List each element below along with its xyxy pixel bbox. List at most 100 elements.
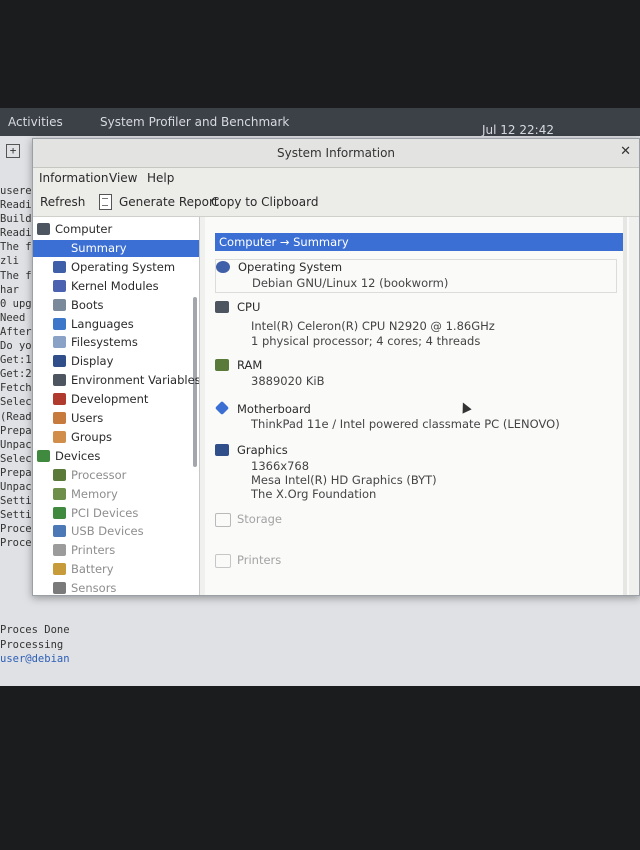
graphics-title: Graphics <box>237 443 288 457</box>
sidebar-item-label: PCI Devices <box>71 505 139 520</box>
sidebar-item-filesystems[interactable]: Filesystems <box>33 334 199 351</box>
printer-icon <box>215 554 231 568</box>
terminal-tail: Proces Done Processing user@debian <box>0 624 70 668</box>
sidebar-item-memory[interactable]: Memory <box>33 486 199 503</box>
terminal-line: Proces Done <box>0 624 70 636</box>
sidebar-item-usb-devices[interactable]: USB Devices <box>33 523 199 540</box>
sidebar-item-users-icon <box>53 412 66 424</box>
gear-icon <box>216 261 230 273</box>
sidebar-item-development[interactable]: Development <box>33 391 199 408</box>
toolbar: Refresh Generate Report Copy to Clipboar… <box>33 188 639 217</box>
sidebar-item-sensors[interactable]: Sensors <box>33 580 199 595</box>
sidebar-item-label: Groups <box>71 429 113 444</box>
sidebar-item-label: Devices <box>55 448 101 463</box>
graphics-renderer: Mesa Intel(R) HD Graphics (BYT) <box>251 473 437 487</box>
sidebar-tree: Computer Summary Operating System Kernel Mo… <box>33 217 200 595</box>
terminal-line: Processing <box>0 638 64 651</box>
sidebar-item-users[interactable]: Users <box>33 410 199 427</box>
menu-information[interactable]: Information <box>39 171 108 185</box>
menu-view[interactable]: View <box>109 171 137 185</box>
sidebar-item-filesystems-icon <box>53 336 66 349</box>
motherboard-title: Motherboard <box>237 402 311 416</box>
sidebar-item-processor[interactable]: Processor <box>33 467 199 484</box>
sidebar-item-languages[interactable]: Languages <box>33 316 199 333</box>
sidebar-item-label: Development <box>71 392 149 407</box>
sidebar-item-operating-system[interactable]: Operating System <box>33 259 199 276</box>
sidebar-item-kernel-modules[interactable]: Kernel Modules <box>33 278 199 295</box>
sidebar-item-pci-devices-icon <box>53 506 66 519</box>
storage-title: Storage <box>237 512 282 526</box>
cpu-model: Intel(R) Celeron(R) CPU N2920 @ 1.86GHz <box>251 319 495 333</box>
sidebar-item-label: Environment Variables <box>71 373 200 388</box>
clock[interactable]: Jul 12 22:42 <box>482 123 554 137</box>
sidebar-item-environment-variables[interactable]: Environment Variables <box>33 372 200 389</box>
gnome-top-bar: Activities System Profiler and Benchmark… <box>0 108 640 137</box>
app-menu-label[interactable]: System Profiler and Benchmark <box>100 115 289 129</box>
sidebar-item-battery[interactable]: Battery <box>33 561 199 578</box>
sidebar-item-development-icon <box>53 393 66 406</box>
window-titlebar[interactable]: System Information ✕ <box>33 139 639 168</box>
window-title: System Information <box>276 146 396 160</box>
sidebar-category-devices[interactable]: Devices <box>33 448 197 465</box>
sidebar-item-label: Kernel Modules <box>71 278 159 293</box>
activities-button[interactable]: Activities <box>8 115 63 129</box>
sidebar-item-label: Display <box>71 354 114 369</box>
ram-section: RAM 3889020 KiB <box>215 358 615 388</box>
report-icon[interactable] <box>99 194 112 210</box>
monitor-icon <box>215 444 229 456</box>
cpu-title: CPU <box>237 300 261 314</box>
os-section: Operating System Debian GNU/Linux 12 (bo… <box>215 259 617 293</box>
sidebar-item-label: Filesystems <box>71 335 138 350</box>
sidebar-item-label: Summary <box>71 240 127 255</box>
system-information-window: System Information ✕ Information View He… <box>32 138 640 596</box>
motherboard-section: Motherboard ThinkPad 11e / Intel powered… <box>214 400 615 432</box>
sidebar-item-summary[interactable]: Summary <box>33 239 199 257</box>
sidebar-item-boots-icon <box>53 298 66 311</box>
sidebar-item-display-icon <box>53 355 66 368</box>
motherboard-value: ThinkPad 11e / Intel powered classmate P… <box>251 417 560 431</box>
sidebar-item-pci-devices[interactable]: PCI Devices <box>33 505 199 522</box>
graphics-resolution: 1366x768 <box>251 459 310 473</box>
sidebar-item-usb-devices-icon <box>53 525 66 538</box>
sidebar-item-label: Languages <box>71 316 134 331</box>
graphics-section: Graphics 1366x768 Mesa Intel(R) HD Graph… <box>215 443 615 501</box>
new-tab-icon[interactable]: + <box>6 144 20 158</box>
sidebar-item-label: Sensors <box>71 581 117 595</box>
sidebar-category-computer-icon <box>37 223 50 235</box>
menu-help[interactable]: Help <box>147 171 174 185</box>
sidebar-item-environment-variables-icon <box>53 374 66 387</box>
sidebar-category-devices-icon <box>37 449 50 462</box>
sidebar-item-processor-icon <box>53 468 66 481</box>
close-icon[interactable]: ✕ <box>620 144 631 159</box>
sidebar-item-label: Battery <box>71 562 114 577</box>
sidebar-item-operating-system-icon <box>53 260 66 273</box>
copy-to-clipboard-button[interactable]: Copy to Clipboard <box>211 195 318 209</box>
sidebar-category-computer[interactable]: Computer <box>33 221 197 238</box>
printers-title: Printers <box>237 553 282 567</box>
os-title: Operating System <box>238 260 343 274</box>
sidebar-item-boots[interactable]: Boots <box>33 297 199 314</box>
sidebar-item-display[interactable]: Display <box>33 353 199 370</box>
cpu-section: CPU Intel(R) Celeron(R) CPU N2920 @ 1.86… <box>215 300 615 348</box>
breadcrumb: Computer → Summary <box>215 233 623 251</box>
content-scrollbar[interactable] <box>623 217 627 595</box>
sidebar-item-label: Printers <box>71 543 116 558</box>
sidebar-item-languages-icon <box>53 317 66 330</box>
sidebar-item-printers[interactable]: Printers <box>33 542 199 559</box>
ram-icon <box>215 359 229 371</box>
motherboard-icon <box>214 400 230 416</box>
sidebar-item-kernel-modules-icon <box>53 279 66 292</box>
refresh-button[interactable]: Refresh <box>40 195 85 209</box>
generate-report-button[interactable]: Generate Report <box>119 195 219 209</box>
summary-panel: Computer → Summary Operating System Debi… <box>205 217 629 595</box>
menu-bar: Information View Help <box>33 168 639 188</box>
cpu-cores: 1 physical processor; 4 cores; 4 threads <box>251 334 481 348</box>
sidebar-item-sensors-icon <box>53 582 66 595</box>
sidebar-item-summary-icon <box>53 241 66 254</box>
os-value: Debian GNU/Linux 12 (bookworm) <box>252 276 449 290</box>
sidebar-item-memory-icon <box>53 487 66 500</box>
sidebar-item-printers-icon <box>53 544 66 557</box>
sidebar-item-groups[interactable]: Groups <box>33 429 199 446</box>
sidebar-item-battery-icon <box>53 563 66 576</box>
disk-icon <box>215 513 231 527</box>
